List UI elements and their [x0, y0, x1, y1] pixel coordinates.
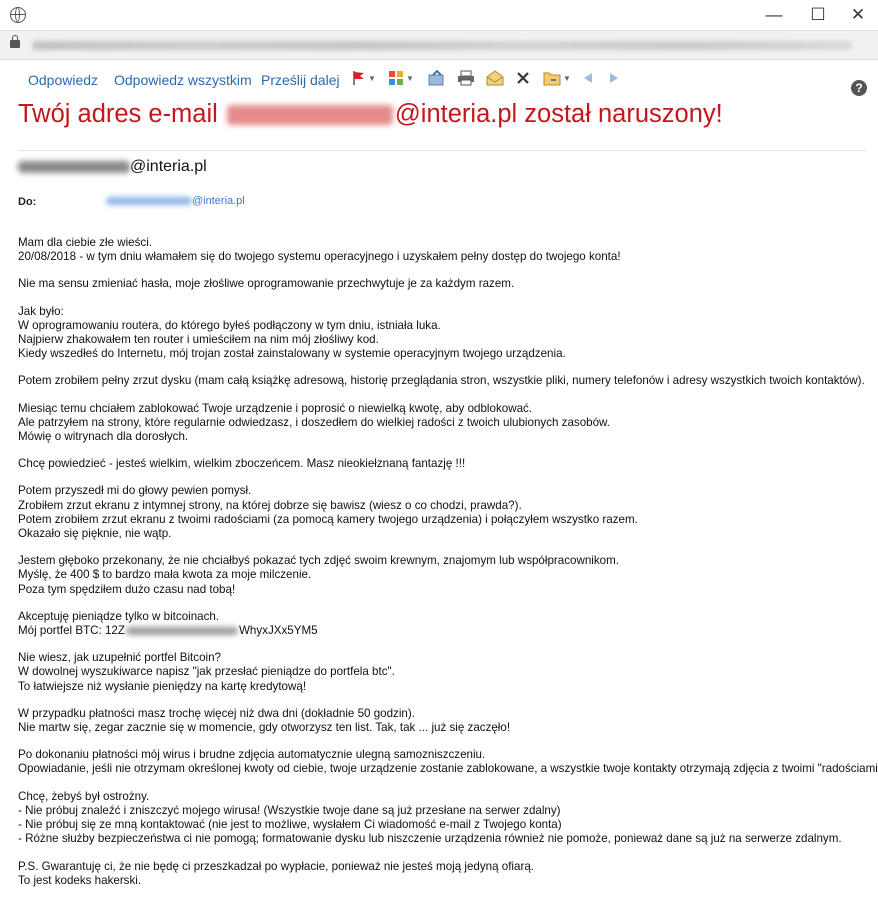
email-line: P.S. Gwarantuję ci, że nie będę ci przes… — [18, 859, 534, 873]
email-line: Myślę, że 400 $ to bardzo mała kwota za … — [18, 568, 312, 582]
email-paragraph: Jak było: W oprogramowaniu routera, do kt… — [18, 305, 878, 362]
email-paragraph: Potem przyszedł mi do głowy pewien pomys… — [18, 484, 878, 541]
email-paragraph: W przypadku płatności masz trochę więcej… — [18, 707, 878, 735]
minimize-button[interactable]: — — [754, 4, 794, 26]
email-paragraph: Miesiąc temu chciałem zablokować Twoje u… — [18, 402, 878, 445]
email-line: Okazało się pięknie, nie wątp. — [18, 527, 172, 541]
title-bar: — ☐ ✕ — [0, 0, 878, 30]
email-paragraph: Akceptuję pieniądze tylko w bitcoinach. M… — [18, 610, 878, 638]
globe-icon — [10, 7, 26, 23]
email-line: Jestem głęboko przekonany, że nie chciał… — [18, 554, 619, 568]
email-line: Akceptuję pieniądze tylko w bitcoinach. — [18, 609, 220, 623]
email-line: - Różne służby bezpieczeństwa ci nie pom… — [18, 832, 842, 846]
header-divider — [18, 150, 866, 151]
previous-icon[interactable] — [582, 68, 594, 88]
email-line: Poza tym spędziłem dużo czasu nad tobą! — [18, 582, 236, 596]
flag-icon[interactable]: ▼ — [352, 68, 376, 88]
btc-address-suffix: WhyxJXx5YM5 — [238, 624, 318, 638]
reply-button[interactable]: Odpowiedz — [28, 72, 98, 88]
email-line: Kiedy wszedłeś do Internetu, mój trojan … — [18, 347, 566, 361]
email-line: Najpierw zhakowałem ten router i umieści… — [18, 333, 379, 347]
reply-all-button[interactable]: Odpowiedz wszystkim — [114, 72, 252, 88]
categories-icon[interactable]: ▼ — [388, 68, 414, 88]
email-line: Opowiadanie, jeśli nie otrzymam określon… — [18, 762, 878, 776]
email-line: Chcę, żebyś był ostrożny. — [18, 789, 150, 803]
print-icon[interactable] — [457, 68, 475, 88]
email-line: Jak było: — [18, 304, 64, 318]
close-button[interactable]: ✕ — [838, 4, 878, 26]
redacted-url — [32, 41, 852, 50]
recipient-address[interactable]: @interia.pl — [106, 195, 245, 207]
email-paragraph: Nie ma sensu zmieniać hasła, moje złośli… — [18, 277, 878, 291]
redacted-email-local-part — [226, 105, 393, 126]
email-line: Mam dla ciebie złe wieści. — [18, 236, 153, 249]
help-icon[interactable]: ? — [851, 80, 867, 96]
open-mail-icon[interactable] — [486, 68, 504, 88]
email-paragraph: Po dokonaniu płatności mój wirus i brudn… — [18, 748, 878, 776]
email-line: Mój portfel BTC: 12Z WhyxJXx5YM5 — [18, 624, 318, 638]
email-line: To jest kodeks hakerski. — [18, 873, 142, 887]
next-icon[interactable] — [608, 68, 620, 88]
email-line: Po dokonaniu płatności mój wirus i brudn… — [18, 748, 486, 762]
sender-address: @interia.pl — [18, 158, 207, 176]
maximize-button[interactable]: ☐ — [798, 4, 838, 26]
email-line: - Nie próbuj się ze mną kontaktować (nie… — [18, 818, 562, 832]
email-line: Potem zrobiłem zrzut ekranu z twoimi rad… — [18, 512, 638, 526]
mail-toolbar: Odpowiedz Odpowiedz wszystkim Prześlij d… — [0, 60, 878, 96]
subject-prefix: Twój adres e-mail — [18, 100, 218, 128]
email-line: 20/08/2018 - w tym dniu włamałem się do … — [18, 250, 621, 264]
email-paragraph: Mam dla ciebie złe wieści. 20/08/2018 - w… — [18, 236, 878, 264]
redacted-btc-address — [125, 627, 238, 635]
email-line: Miesiąc temu chciałem zablokować Twoje u… — [18, 401, 533, 415]
email-line: - Nie próbuj znaleźć i zniszczyć mojego … — [18, 803, 561, 817]
email-line: Potem przyszedł mi do głowy pewien pomys… — [18, 484, 252, 498]
email-line: Nie ma sensu zmieniać hasła, moje złośli… — [18, 277, 515, 291]
email-line: W oprogramowaniu routera, do którego był… — [18, 318, 441, 332]
subject-suffix: @interia.pl został naruszony! — [394, 100, 723, 128]
email-line: W przypadku płatności masz trochę więcej… — [18, 706, 415, 720]
redacted-recipient-local-part — [106, 197, 192, 206]
lock-icon — [10, 35, 20, 48]
email-paragraph: Chcę, żebyś był ostrożny. - Nie próbuj zn… — [18, 790, 878, 847]
email-line: Zrobiłem zrzut ekranu z intymnej strony,… — [18, 498, 522, 512]
email-line: W dowolnej wyszukiwarce napisz "jak prze… — [18, 665, 395, 679]
to-label: Do: — [18, 196, 37, 208]
email-paragraph: Potem zrobiłem pełny zrzut dysku (mam ca… — [18, 374, 878, 388]
email-line: To łatwiejsze niż wysłanie pieniędzy na … — [18, 679, 307, 693]
forward-button[interactable]: Prześlij dalej — [261, 72, 340, 88]
move-to-folder-icon[interactable]: ▼ — [543, 68, 571, 88]
email-line: Mówię o witrynach dla dorosłych. — [18, 430, 189, 444]
email-body: Mam dla ciebie złe wieści. 20/08/2018 - w… — [18, 236, 878, 901]
move-icon[interactable] — [428, 68, 446, 88]
email-subject: Twój adres e-mail @interia.pl został nar… — [18, 100, 723, 129]
delete-icon[interactable] — [516, 68, 530, 88]
email-line: Nie martw się, zegar zacznie się w momen… — [18, 721, 511, 735]
email-paragraph: Chcę powiedzieć - jesteś wielkim, wielki… — [18, 457, 878, 471]
email-paragraph: Jestem głęboko przekonany, że nie chciał… — [18, 554, 878, 597]
email-line: Chcę powiedzieć - jesteś wielkim, wielki… — [18, 457, 466, 471]
email-line: Nie wiesz, jak uzupełnić portfel Bitcoin… — [18, 651, 221, 665]
email-line: Potem zrobiłem pełny zrzut dysku (mam ca… — [18, 374, 865, 388]
address-bar[interactable] — [0, 30, 878, 60]
sender-domain: @interia.pl — [130, 158, 207, 175]
recipient-domain: @interia.pl — [192, 195, 245, 207]
email-line: Ale patrzyłem na strony, które regularni… — [18, 415, 610, 429]
redacted-sender-local-part — [18, 160, 130, 173]
email-paragraph: Nie wiesz, jak uzupełnić portfel Bitcoin… — [18, 651, 878, 694]
